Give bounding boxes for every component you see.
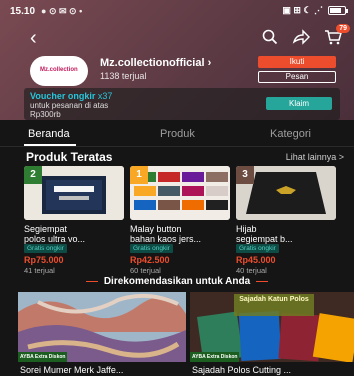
product-price: Rp75.000 <box>24 255 64 265</box>
recommended-product-image: AYBA Extra Diskon <box>18 292 186 362</box>
section-title: Produk Teratas <box>26 150 113 164</box>
banner-text: Sajadah Katun Polos <box>239 296 309 303</box>
recommendation-title: Direkomendasikan untuk Anda <box>103 276 251 287</box>
see-more-link[interactable]: Lihat lainnya > <box>286 152 344 162</box>
product-card[interactable]: 2 Segiempat polos ultra vo... Gratis ong… <box>24 166 124 276</box>
product-sold: 60 terjual <box>130 266 161 275</box>
share-icon[interactable] <box>292 29 310 45</box>
voucher-description: untuk pesanan di atas Rp300rb <box>30 101 109 119</box>
tab-products[interactable]: Produk <box>160 128 195 140</box>
voucher-card: Voucher ongkir x37 untuk pesanan di atas… <box>24 88 340 120</box>
free-shipping-badge: Gratis ongkir <box>236 244 279 253</box>
top-actions: 79 <box>262 24 350 45</box>
recommended-product-card[interactable]: Sajadah Katun Polos AYBA Extra Diskon Sa… <box>190 292 354 376</box>
product-card[interactable]: 1 Malay button bahan kaos jers... Gratis… <box>130 166 230 276</box>
product-price: Rp42.500 <box>130 255 170 265</box>
product-card[interactable]: 3 Hijab segiempat b... Gratis ongkir Rp4… <box>236 166 336 276</box>
claim-voucher-button[interactable]: Klaim <box>266 97 332 110</box>
shop-logo[interactable]: Mz.collection <box>30 56 88 86</box>
follow-button[interactable]: Ikuti <box>258 56 336 68</box>
product-image: 3 <box>236 166 336 220</box>
shop-info: Mz.collection Mz.collectionofficial › 11… <box>30 56 344 90</box>
free-shipping-badge: Gratis ongkir <box>130 244 173 253</box>
free-shipping-badge: Gratis ongkir <box>24 244 67 253</box>
product-sold: 40 terjual <box>236 266 267 275</box>
product-image: 1 <box>130 166 230 220</box>
recommendation-grid: AYBA Extra Diskon Sorei Mumer Merk Jaffe… <box>18 292 354 376</box>
product-name: Segiempat polos ultra vo... <box>24 224 86 244</box>
product-image: 2 <box>24 166 124 220</box>
shop-name[interactable]: Mz.collectionofficial › <box>100 57 211 69</box>
top-nav: ‹ 79 <box>0 24 354 52</box>
back-arrow-icon[interactable]: ‹ <box>30 28 37 48</box>
shop-logo-text: Mz.collection <box>40 67 78 73</box>
recommended-product-card[interactable]: AYBA Extra Diskon Sorei Mumer Merk Jaffe… <box>18 292 186 376</box>
tab-categories[interactable]: Kategori <box>270 128 311 140</box>
product-name: Malay button bahan kaos jers... <box>130 224 202 244</box>
promo-tag: AYBA Extra Diskon <box>18 352 68 362</box>
cart-count-badge: 79 <box>336 24 350 33</box>
battery-icon <box>328 6 348 15</box>
status-time: 15.10 <box>10 5 36 17</box>
product-name: Hijab segiempat b... <box>236 224 293 244</box>
signal-icons: ▣ ⊞ ☾ ⋰ <box>282 5 323 15</box>
product-sold: 41 terjual <box>24 266 55 275</box>
shop-stats: 1138 terjual <box>100 71 147 81</box>
voucher-title: Voucher ongkir x37 <box>30 91 113 101</box>
search-icon[interactable] <box>262 29 278 45</box>
tab-home[interactable]: Beranda <box>28 128 70 140</box>
status-bar: 15.10 ● ⊙ ✉ ⊙ • ▣ ⊞ ☾ ⋰ <box>0 0 354 22</box>
product-price: Rp45.000 <box>236 255 276 265</box>
recommended-product-name: Sorei Mumer Merk Jaffe... <box>20 365 124 375</box>
status-right: ▣ ⊞ ☾ ⋰ <box>282 5 348 16</box>
recommended-product-image: Sajadah Katun Polos AYBA Extra Diskon <box>190 292 354 362</box>
shop-tabs: Beranda Produk Kategori <box>0 123 354 147</box>
rank-badge: 1 <box>130 166 148 184</box>
notification-icons: ● ⊙ ✉ ⊙ • <box>41 5 83 16</box>
cart-button[interactable]: 79 <box>324 24 350 45</box>
chat-button[interactable]: Pesan <box>258 71 336 83</box>
active-tab-indicator <box>24 144 76 146</box>
promo-tag: AYBA Extra Diskon <box>190 352 240 362</box>
shop-header: 15.10 ● ⊙ ✉ ⊙ • ▣ ⊞ ☾ ⋰ ‹ 79 Mz.collecti… <box>0 0 354 120</box>
rank-badge: 2 <box>24 166 42 184</box>
top-products-header: Produk Teratas Lihat lainnya > <box>0 148 354 168</box>
rank-badge: 3 <box>236 166 254 184</box>
recommendation-header: Direkomendasikan untuk Anda <box>0 276 354 290</box>
recommended-product-name: Sajadah Polos Cutting ... <box>192 365 292 375</box>
top-products-list: 2 Segiempat polos ultra vo... Gratis ong… <box>24 166 354 276</box>
